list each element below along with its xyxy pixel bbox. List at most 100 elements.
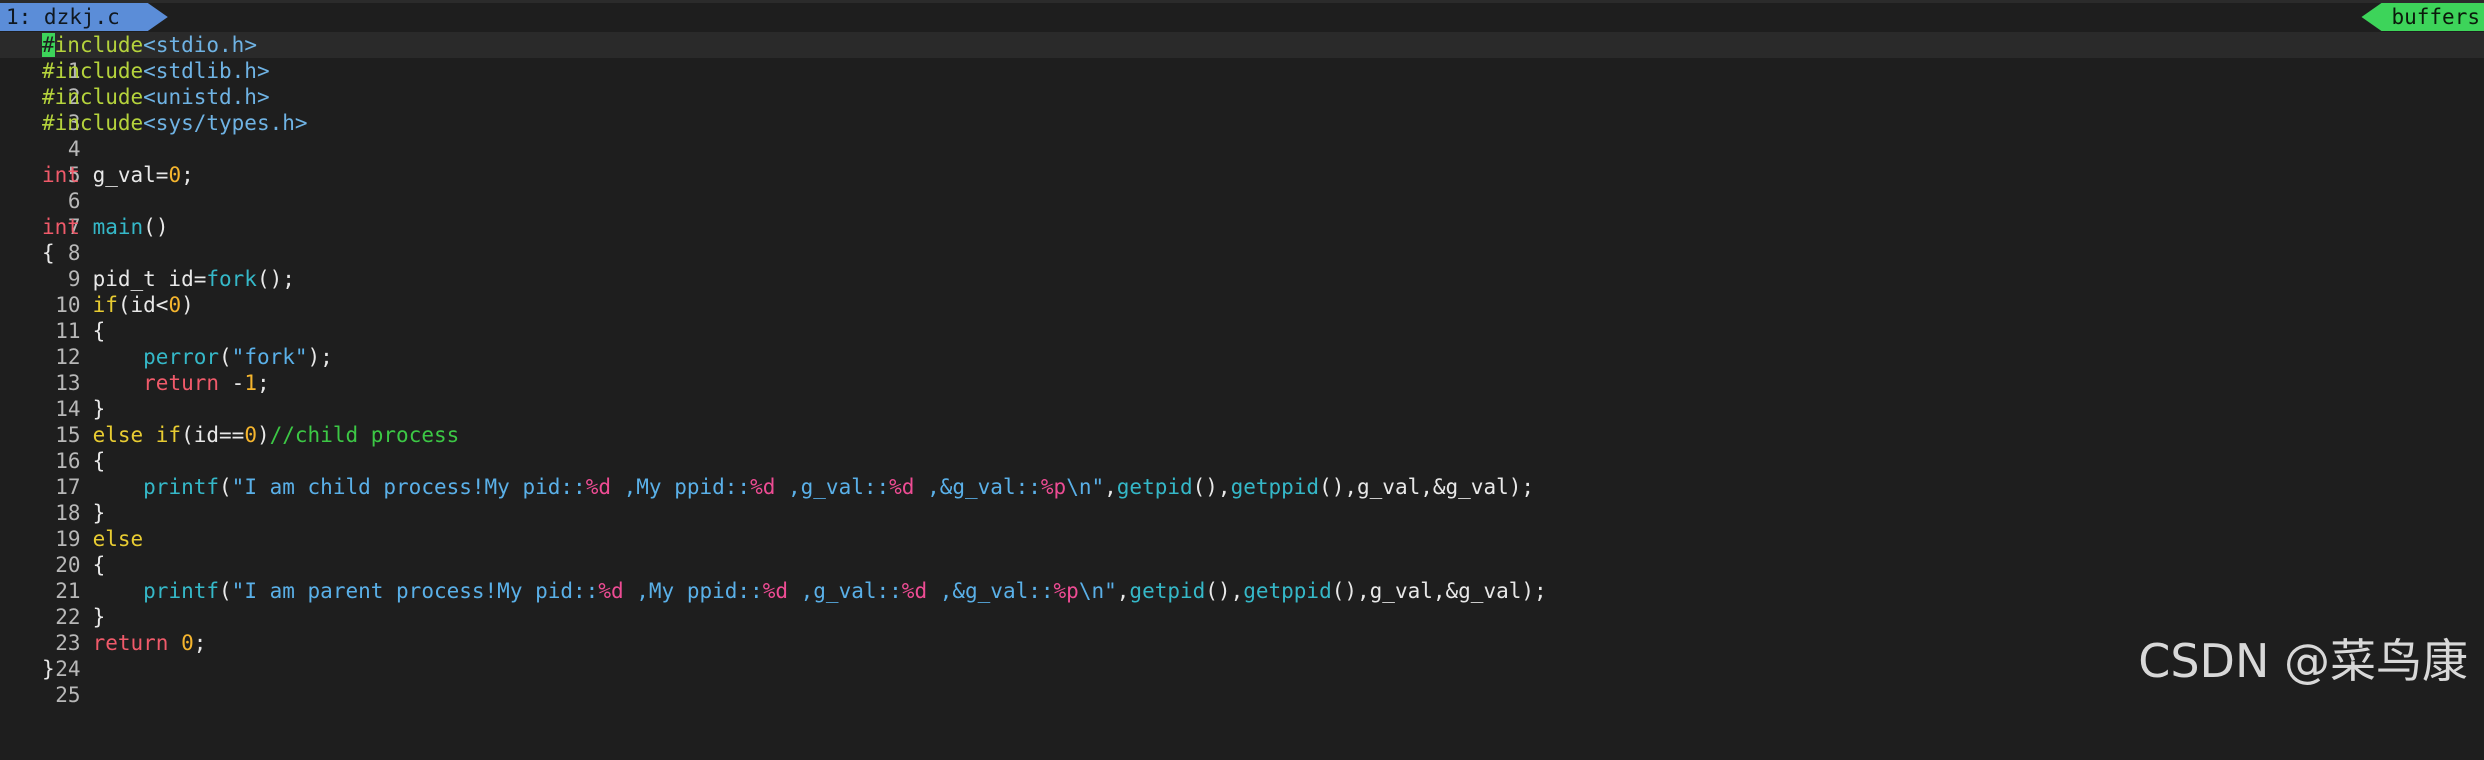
function-name: getpid <box>1129 579 1206 603</box>
code-text: { <box>42 449 106 473</box>
code-line: 6 int g_val=0; <box>0 162 2484 213</box>
code-text: ( <box>219 475 232 499</box>
line-content: printf("I am child process!My pid::%d ,M… <box>42 474 1534 500</box>
line-content: #include<sys/types.h> <box>42 110 308 136</box>
function-name: printf <box>143 475 220 499</box>
line-content: if(id<0) <box>42 292 194 318</box>
format-specifier: %d <box>889 475 915 499</box>
text-cursor: # <box>42 33 55 57</box>
code-line: 10 pid_t id=fork(); <box>0 266 2484 317</box>
code-text: (), <box>1205 579 1244 603</box>
code-line: 11 if(id<0) <box>0 292 2484 343</box>
code-text: (),g_val,&g_val); <box>1331 579 1547 603</box>
code-text: ; <box>193 631 207 655</box>
code-text: ) <box>256 423 270 447</box>
line-content: int g_val=0; <box>42 162 194 188</box>
preprocessor-directive: #include <box>42 85 144 109</box>
code-text: ( <box>219 345 232 369</box>
string-literal: ,My ppid:: <box>610 475 751 499</box>
csdn-watermark: CSDN @菜鸟康 <box>2138 634 2468 688</box>
code-text: pid_t id= <box>42 267 207 291</box>
line-content: { <box>42 552 106 578</box>
code-text: (),g_val,&g_val); <box>1319 475 1535 499</box>
code-editor[interactable]: 1 #include<stdio.h> 2 #include<stdlib.h>… <box>0 32 2484 707</box>
line-content: else if(id==0)//child process <box>42 422 460 448</box>
number-literal: 0 <box>168 163 182 187</box>
buffers-label[interactable]: buffers <box>2361 3 2484 31</box>
code-line: 4 #include<sys/types.h> <box>0 110 2484 161</box>
number-literal: 0 <box>181 631 194 655</box>
code-text: ( <box>219 579 232 603</box>
format-specifier: %d <box>901 579 928 603</box>
code-text: g_val= <box>79 163 169 187</box>
include-header: <unistd.h> <box>143 85 270 109</box>
tabline-top-border <box>0 0 2484 3</box>
code-text: (); <box>256 267 295 291</box>
code-text: ; <box>256 371 270 395</box>
string-literal: ,g_val:: <box>788 579 902 603</box>
code-text: } <box>42 397 106 421</box>
number-literal: 0 <box>168 293 182 317</box>
code-text: } <box>42 501 106 525</box>
function-name: getppid <box>1230 475 1320 499</box>
code-line: 19 } <box>0 500 2484 551</box>
code-line: 20 else <box>0 526 2484 577</box>
return-keyword: return <box>143 371 220 395</box>
code-text: () <box>143 215 169 239</box>
line-content: #include<stdio.h> <box>42 32 257 58</box>
type-keyword: int <box>42 163 80 187</box>
string-literal: ,My ppid:: <box>623 579 763 603</box>
number-literal: 1 <box>244 371 257 395</box>
include-header: <sys/types.h> <box>143 111 308 135</box>
code-text: { <box>42 241 55 265</box>
code-line: 1 #include<stdio.h> <box>0 32 2484 83</box>
function-name: getppid <box>1243 579 1332 603</box>
function-name: perror <box>143 345 220 369</box>
string-literal: "I am child process!My pid:: <box>231 475 586 499</box>
function-name: getpid <box>1116 475 1193 499</box>
code-text: } <box>42 605 106 629</box>
preprocessor-directive: #include <box>42 111 144 135</box>
line-content: } <box>42 396 106 422</box>
code-line: 18 printf("I am child process!My pid::%d… <box>0 474 2484 525</box>
code-text: (id== <box>181 423 245 447</box>
code-text: { <box>42 553 106 577</box>
code-text: ); <box>307 345 333 369</box>
code-line: 24 return 0; <box>0 630 2484 681</box>
include-header: <stdlib.h> <box>143 59 270 83</box>
function-name: main <box>92 215 144 239</box>
string-literal: \n" <box>1066 475 1105 499</box>
format-specifier: %p <box>1053 579 1079 603</box>
code-line: 22 printf("I am parent process!My pid::%… <box>0 578 2484 629</box>
code-line: 17 { <box>0 448 2484 499</box>
string-literal: ,g_val:: <box>775 475 890 499</box>
code-line: 15 } <box>0 396 2484 447</box>
tab-dzkj-c[interactable]: 1: dzkj.c <box>0 3 168 31</box>
type-keyword: int <box>42 215 80 239</box>
control-keyword: else if <box>92 423 182 447</box>
tabline: 1: dzkj.c buffers <box>0 0 2484 32</box>
code-line: 2 #include<stdlib.h> <box>0 58 2484 109</box>
line-content: #include<stdlib.h> <box>42 58 270 84</box>
line-content: } <box>42 500 106 526</box>
function-name: printf <box>143 579 220 603</box>
code-text: , <box>1104 475 1117 499</box>
string-literal: "fork" <box>231 345 308 369</box>
code-line: 7 <box>0 188 2484 239</box>
line-number: 25 <box>55 683 81 707</box>
line-content: else <box>42 526 144 552</box>
format-specifier: %d <box>598 579 624 603</box>
format-specifier: %d <box>585 475 611 499</box>
code-line: 9 { <box>0 240 2484 291</box>
format-specifier: %d <box>750 475 776 499</box>
code-line: 13 perror("fork"); <box>0 344 2484 395</box>
code-text: - <box>219 371 245 395</box>
line-content: printf("I am parent process!My pid::%d ,… <box>42 578 1547 604</box>
line-content: return 0; <box>42 630 207 656</box>
